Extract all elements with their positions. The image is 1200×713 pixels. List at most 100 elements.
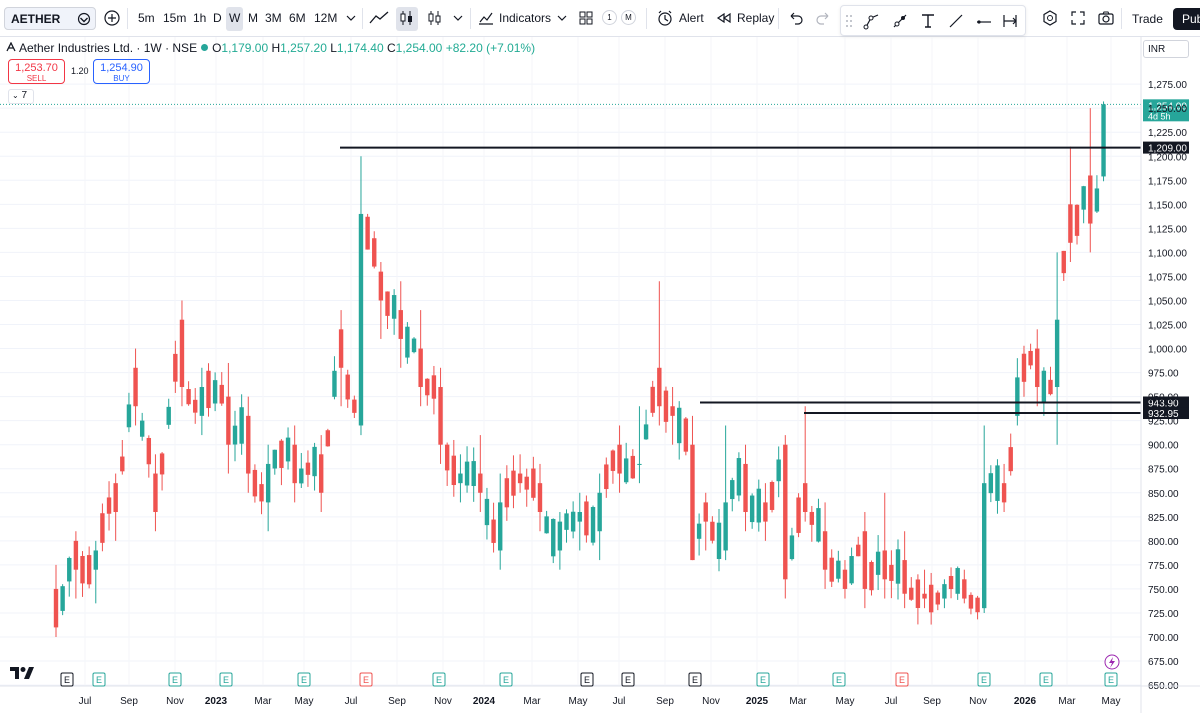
path-tool-icon[interactable] xyxy=(863,12,881,30)
publish-button[interactable]: Pub xyxy=(1173,8,1200,30)
currency-selector[interactable]: INR xyxy=(1143,40,1189,58)
interval-m[interactable]: M xyxy=(248,11,258,25)
candle-body xyxy=(730,480,735,500)
text-tool-icon[interactable] xyxy=(919,12,937,30)
indicators-collapse-button[interactable]: ⌄ 7 xyxy=(8,89,34,104)
candle xyxy=(570,501,576,539)
chart-legend: Aether Industries Ltd. · 1W · NSE O1,179.… xyxy=(6,41,535,55)
hollow-candles-icon[interactable] xyxy=(426,9,444,27)
candle xyxy=(186,381,191,406)
time-tick: Mar xyxy=(254,696,272,707)
interval-5m[interactable]: 5m xyxy=(138,11,155,25)
candle-body xyxy=(982,483,987,609)
price-tick: 925.00 xyxy=(1148,417,1179,428)
trend-line-icon[interactable] xyxy=(891,12,909,30)
layout-badge-m[interactable]: M xyxy=(621,10,636,25)
candle-body xyxy=(418,348,423,388)
interval-15m[interactable]: 15m xyxy=(163,11,186,25)
add-symbol-icon[interactable] xyxy=(103,9,121,27)
candle-body xyxy=(902,560,907,594)
candle xyxy=(100,503,105,552)
candle-body xyxy=(405,326,410,358)
candle-body xyxy=(265,463,271,503)
legend-high-key: H xyxy=(271,41,281,55)
drag-handle-icon[interactable] xyxy=(845,14,853,28)
earnings-marker: E xyxy=(895,672,909,687)
layout-badge-1[interactable]: 1 xyxy=(602,10,617,25)
buy-button[interactable]: 1,254.90 BUY xyxy=(93,59,150,84)
candle xyxy=(292,425,297,503)
time-tick: 2023 xyxy=(205,696,228,707)
candle xyxy=(869,560,874,596)
earnings-marker: E xyxy=(1104,672,1118,687)
candle-body xyxy=(796,497,801,533)
candle-body xyxy=(252,469,258,497)
candle-body xyxy=(710,521,715,541)
line-chart-icon[interactable] xyxy=(368,9,390,27)
candle-body xyxy=(723,502,728,551)
buy-price: 1,254.90 xyxy=(100,62,143,74)
candle xyxy=(60,584,65,616)
ray-icon[interactable] xyxy=(947,12,965,30)
trade-button[interactable]: Trade xyxy=(1124,8,1168,30)
replay-icon[interactable] xyxy=(715,9,733,27)
chevron-down-icon[interactable] xyxy=(342,9,360,27)
chevron-down-icon: ⌄ xyxy=(12,91,19,100)
candle-body xyxy=(928,584,934,613)
candle-body xyxy=(743,463,748,513)
interval-12m[interactable]: 12M xyxy=(314,11,337,25)
alert-button[interactable]: Alert xyxy=(679,11,704,25)
candle-body xyxy=(186,389,191,405)
candle-body xyxy=(696,523,702,539)
replay-button[interactable]: Replay xyxy=(737,11,774,25)
candle xyxy=(458,454,463,503)
interval-1h[interactable]: 1h xyxy=(193,11,206,25)
candle-body xyxy=(862,531,868,589)
candle xyxy=(1101,101,1106,182)
candles-icon[interactable] xyxy=(398,9,416,27)
candle xyxy=(968,592,974,615)
candle-body xyxy=(955,568,960,594)
interval-w[interactable]: W xyxy=(229,11,240,25)
candle xyxy=(206,363,211,417)
candle-body xyxy=(849,556,854,584)
candle-body xyxy=(199,387,205,416)
chevron-down-icon[interactable] xyxy=(553,9,571,27)
interval-3m[interactable]: 3M xyxy=(265,11,282,25)
interval-6m[interactable]: 6M xyxy=(289,11,306,25)
candle-body xyxy=(869,561,874,591)
time-tick: 2025 xyxy=(746,696,769,707)
time-tick: Sep xyxy=(388,696,406,707)
candle xyxy=(425,378,430,406)
earnings-marker: E xyxy=(92,672,106,687)
symbol-search[interactable]: AETHER xyxy=(4,7,96,30)
candle-body xyxy=(889,564,894,581)
earnings-marker: E xyxy=(1039,672,1053,687)
lightning-icon xyxy=(1104,654,1120,670)
interval-d[interactable]: D xyxy=(213,11,222,25)
candle xyxy=(299,452,304,488)
alarm-clock-icon[interactable] xyxy=(656,9,674,27)
redo-icon[interactable] xyxy=(814,9,832,27)
watch-icon[interactable] xyxy=(77,12,91,26)
candle-body xyxy=(173,353,178,382)
candle xyxy=(736,452,742,502)
candle-body xyxy=(226,396,231,445)
chevron-down-icon[interactable] xyxy=(449,9,467,27)
layout-grid-icon[interactable] xyxy=(577,9,595,27)
fullscreen-icon[interactable] xyxy=(1069,9,1087,27)
indicators-button[interactable]: Indicators xyxy=(499,11,551,25)
price-tick: 1,200.00 xyxy=(1148,152,1187,163)
price-chart[interactable]: 1,209.00943.90932.951,254.004d 5h 1,275.… xyxy=(0,37,1200,713)
undo-icon[interactable] xyxy=(787,9,805,27)
candle xyxy=(663,386,669,433)
horizontal-ray-icon[interactable] xyxy=(975,12,993,30)
time-tick: Jul xyxy=(613,696,626,707)
sell-button[interactable]: 1,253.70 SELL xyxy=(8,59,65,84)
candle-body xyxy=(120,456,125,472)
settings-icon[interactable] xyxy=(1041,9,1059,27)
camera-icon[interactable] xyxy=(1097,9,1115,27)
indicators-icon[interactable] xyxy=(477,9,495,27)
candle-body xyxy=(86,555,92,585)
date-range-icon[interactable] xyxy=(1001,12,1019,30)
